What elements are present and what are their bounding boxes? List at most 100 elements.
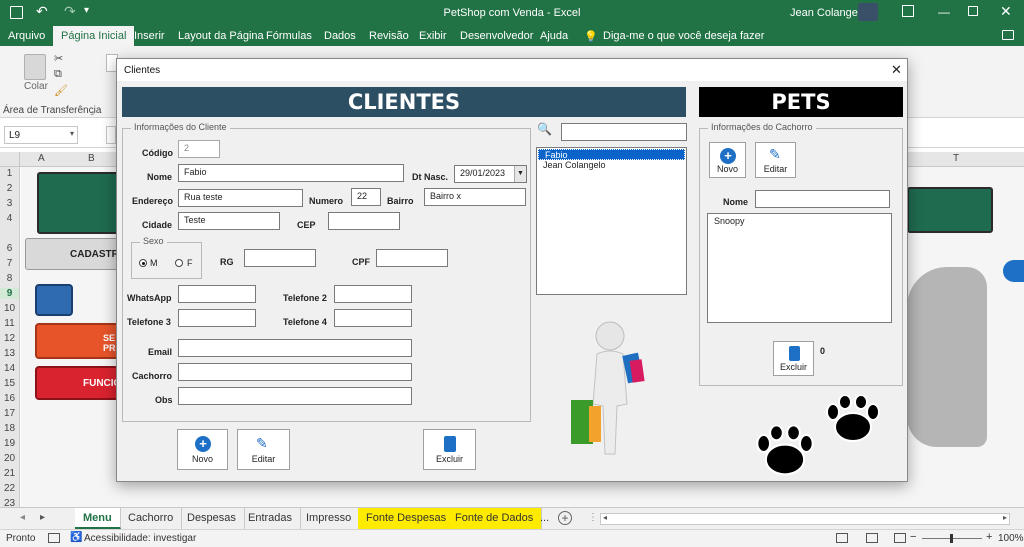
sheet-tab-fonte-despesas[interactable]: Fonte Despesas [358,508,456,529]
tab-exibir[interactable]: Exibir [419,30,447,42]
scroll-left-icon[interactable]: ◂ [603,513,607,522]
nome-field[interactable]: Fabio [178,164,404,182]
list-item[interactable]: Snoopy [708,216,891,227]
tab-ajuda[interactable]: Ajuda [540,30,568,42]
sheet-tab-more[interactable]: ... [532,508,557,529]
cpf-field[interactable] [376,249,448,267]
tab-scroll-right-icon[interactable]: ▸ [40,512,45,523]
row-number[interactable]: 13 [0,348,19,359]
zoom-out-icon[interactable]: − [910,531,916,543]
sheet-tab-fonte-de-dados[interactable]: Fonte de Dados [447,508,543,529]
formula-input[interactable] [106,126,116,144]
add-sheet-icon[interactable]: + [558,511,572,525]
cut-icon[interactable]: ✂ [54,52,63,65]
row-number[interactable]: 22 [0,483,19,494]
clientes-menu-button[interactable] [35,284,73,316]
pets-editar-button[interactable]: ✎ Editar [755,142,796,178]
rg-field[interactable] [244,249,316,267]
row-number[interactable]: 19 [0,438,19,449]
row-number[interactable]: 16 [0,393,19,404]
accessibility-status[interactable]: Acessibilidade: investigar [84,533,196,544]
bairro-field[interactable]: Bairro x [424,188,526,206]
accessibility-icon[interactable]: ♿ [70,532,82,543]
row-number[interactable]: 6 [0,243,19,254]
sheet-tab-despesas[interactable]: Despesas [179,508,245,529]
close-icon[interactable]: ✕ [1000,3,1012,20]
chevron-down-icon[interactable]: ▾ [70,129,74,138]
cadastro-button[interactable]: CADASTRO [25,238,127,270]
row-number[interactable]: 10 [0,303,19,314]
paste-icon[interactable] [24,54,46,80]
page-layout-icon[interactable] [866,533,878,543]
telefone3-field[interactable] [178,309,256,327]
dialog-title-bar[interactable]: Clientes ✕ [117,59,907,81]
row-number[interactable]: 11 [0,318,19,329]
list-item[interactable]: Fabio [538,149,685,160]
tab-formulas[interactable]: Fórmulas [266,30,312,42]
clipboard-launcher-icon[interactable]: ⌟ [90,106,94,117]
paste-label[interactable]: Colar [24,81,48,92]
column-A[interactable]: A [38,153,45,164]
chevron-down-icon[interactable]: ▼ [514,166,526,182]
zoom-in-icon[interactable]: + [986,531,992,543]
pets-listbox[interactable]: Snoopy [707,213,892,323]
row-number[interactable]: 3 [0,198,19,209]
horizontal-scrollbar[interactable]: ◂ ▸ [600,513,1010,525]
editar-button[interactable]: ✎ Editar [237,429,290,470]
row-number[interactable]: 4 [0,213,19,224]
sexo-radio-f[interactable] [175,259,183,267]
endereco-field[interactable]: Rua teste [178,189,303,207]
telefone4-field[interactable] [334,309,412,327]
copy-icon[interactable]: ⧉ [54,68,62,81]
dialog-close-icon[interactable]: ✕ [891,62,902,78]
row-number[interactable]: 1 [0,168,19,179]
search-icon[interactable]: 🔍 [537,122,552,136]
tab-dados[interactable]: Dados [324,30,356,42]
user-name[interactable]: Jean Colangelo [790,7,866,19]
column-B[interactable]: B [88,153,95,164]
sheet-tab-impresso[interactable]: Impresso [298,508,361,529]
select-all-corner[interactable] [0,152,20,166]
tab-desenvolvedor[interactable]: Desenvolvedor [460,30,533,42]
novo-button[interactable]: + Novo [177,429,228,470]
row-number[interactable]: 17 [0,408,19,419]
list-item[interactable]: Jean Colangelo [537,160,686,171]
tab-options-icon[interactable]: ⋮ [588,512,598,523]
comments-icon[interactable] [1002,30,1014,40]
tab-pagina-inicial[interactable]: Página Inicial [53,26,135,46]
row-number[interactable]: 15 [0,378,19,389]
funcionarios-menu-button[interactable]: FUNCIO [35,366,121,400]
pets-excluir-button[interactable]: Excluir [773,341,814,376]
row-number-selected[interactable]: 9 [0,288,19,299]
sexo-radio-m[interactable] [139,259,147,267]
zoom-slider-thumb[interactable] [950,534,953,543]
row-number[interactable]: 21 [0,468,19,479]
tab-layout[interactable]: Layout da Página [178,30,264,42]
zoom-level[interactable]: 100% [998,533,1024,544]
tab-scroll-left-icon[interactable]: ◂ [20,512,25,523]
column-T[interactable]: T [953,153,959,164]
obs-field[interactable] [178,387,412,405]
servicos-menu-button[interactable]: SE PRO [35,323,123,359]
page-break-icon[interactable] [894,533,906,543]
minimize-icon[interactable]: — [938,5,950,19]
cachorro-field[interactable] [178,363,412,381]
ribbon-display-icon[interactable] [902,5,914,17]
sheet-tab-menu[interactable]: Menu [75,508,121,529]
tab-inserir[interactable]: Inserir [134,30,165,42]
search-input[interactable] [561,123,687,141]
pets-novo-button[interactable]: + Novo [709,142,746,178]
email-field[interactable] [178,339,412,357]
dropbox-icon[interactable] [1003,260,1024,282]
macro-record-icon[interactable] [48,533,60,543]
restore-icon[interactable] [968,6,978,16]
row-number[interactable]: 14 [0,363,19,374]
row-number[interactable]: 7 [0,258,19,269]
tab-arquivo[interactable]: Arquivo [8,30,45,42]
tell-me-input[interactable]: Diga-me o que você deseja fazer [603,30,764,42]
row-number[interactable]: 18 [0,423,19,434]
sheet-tab-entradas[interactable]: Entradas [240,508,302,529]
format-painter-icon[interactable]: 🖌 [54,84,68,97]
numero-field[interactable]: 22 [351,188,381,206]
row-number[interactable]: 2 [0,183,19,194]
